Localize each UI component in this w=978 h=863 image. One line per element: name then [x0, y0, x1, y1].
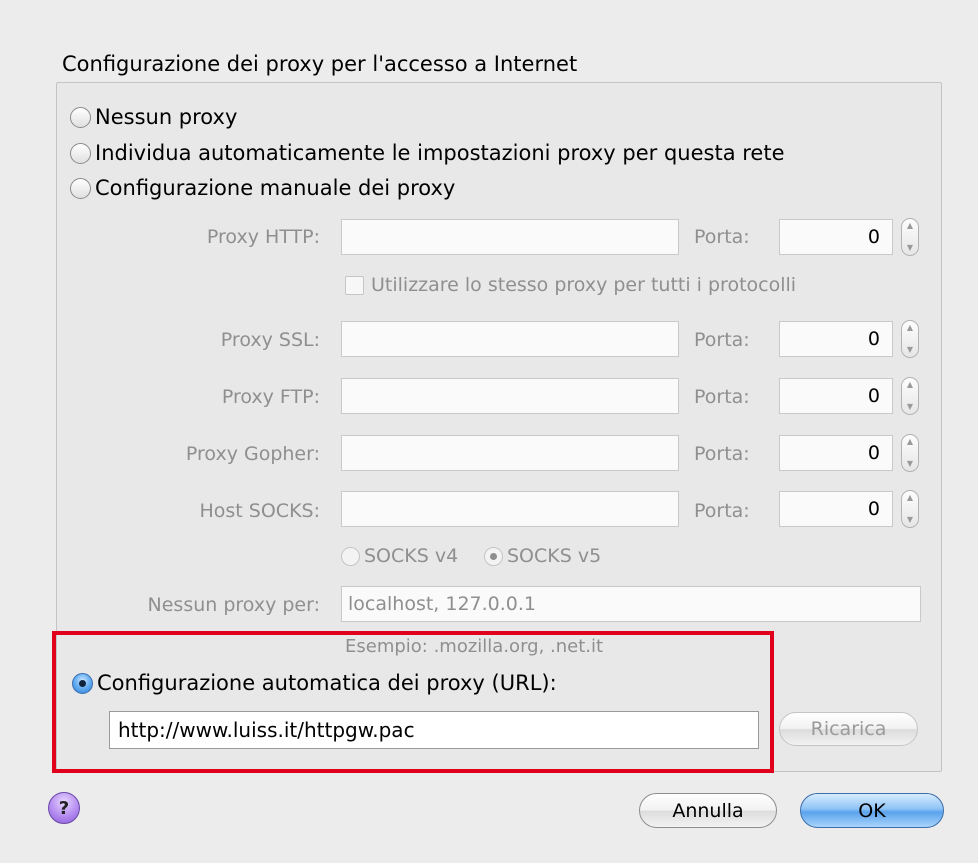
- radio-no-proxy-label: Nessun proxy: [95, 105, 238, 129]
- proxy-ssl-port-label: Porta:: [694, 329, 750, 351]
- socks-port-input[interactable]: 0: [779, 491, 893, 527]
- radio-circle-icon[interactable]: [341, 546, 360, 566]
- radio-auto-detect-label: Individua automaticamente le impostazion…: [95, 141, 785, 165]
- stepper-up-icon[interactable]: ▲: [907, 324, 913, 332]
- socks-port-stepper[interactable]: ▲ ▼: [901, 490, 919, 528]
- same-proxy-checkbox-row[interactable]: Utilizzare lo stesso proxy per tutti i p…: [345, 274, 796, 296]
- socks-v5-label: SOCKS v5: [507, 545, 602, 567]
- proxy-ssl-label: Proxy SSL:: [220, 329, 320, 351]
- radio-no-proxy[interactable]: Nessun proxy: [70, 102, 237, 132]
- group-title: Configurazione dei proxy per l'accesso a…: [62, 52, 578, 76]
- no-proxy-for-label: Nessun proxy per:: [147, 594, 320, 616]
- proxy-ftp-port-label: Porta:: [694, 386, 750, 408]
- proxy-gopher-label: Proxy Gopher:: [185, 443, 320, 465]
- proxy-gopher-input[interactable]: [341, 435, 679, 471]
- radio-socks-v4[interactable]: SOCKS v4: [341, 541, 458, 571]
- stepper-down-icon[interactable]: ▼: [907, 403, 913, 411]
- socks-host-input[interactable]: [341, 491, 679, 527]
- proxy-gopher-port-label: Porta:: [694, 443, 750, 465]
- stepper-down-icon[interactable]: ▼: [907, 244, 913, 252]
- ok-button[interactable]: OK: [800, 793, 944, 828]
- proxy-http-label: Proxy HTTP:: [206, 226, 320, 248]
- same-proxy-label: Utilizzare lo stesso proxy per tutti i p…: [371, 274, 797, 296]
- radio-circle-icon[interactable]: [70, 177, 91, 199]
- proxy-ftp-port-stepper[interactable]: ▲ ▼: [901, 377, 919, 415]
- proxy-ssl-port-stepper[interactable]: ▲ ▼: [901, 320, 919, 358]
- proxy-ssl-input[interactable]: [341, 321, 679, 357]
- same-proxy-checkbox[interactable]: [345, 275, 364, 295]
- proxy-http-port-input[interactable]: 0: [779, 219, 893, 255]
- proxy-http-port-stepper[interactable]: ▲ ▼: [901, 218, 919, 256]
- radio-selected-icon[interactable]: [484, 546, 503, 566]
- proxy-ftp-label: Proxy FTP:: [221, 386, 320, 408]
- proxy-http-input[interactable]: [341, 219, 679, 255]
- stepper-down-icon[interactable]: ▼: [907, 460, 913, 468]
- stepper-up-icon[interactable]: ▲: [907, 381, 913, 389]
- question-mark-icon: ?: [58, 797, 70, 819]
- stepper-up-icon[interactable]: ▲: [907, 438, 913, 446]
- radio-manual-label: Configurazione manuale dei proxy: [95, 176, 456, 200]
- stepper-up-icon[interactable]: ▲: [907, 222, 913, 230]
- proxy-ssl-port-input[interactable]: 0: [779, 321, 893, 357]
- stepper-down-icon[interactable]: ▼: [907, 346, 913, 354]
- proxy-http-port-label: Porta:: [694, 226, 750, 248]
- stepper-down-icon[interactable]: ▼: [907, 516, 913, 524]
- no-proxy-for-input[interactable]: localhost, 127.0.0.1: [341, 586, 921, 622]
- proxy-gopher-port-stepper[interactable]: ▲ ▼: [901, 434, 919, 472]
- radio-circle-icon[interactable]: [70, 142, 91, 164]
- radio-socks-v5[interactable]: SOCKS v5: [484, 541, 601, 571]
- reload-button[interactable]: Ricarica: [779, 712, 918, 746]
- highlight-annotation-box: [52, 631, 774, 773]
- cancel-button[interactable]: Annulla: [639, 793, 777, 828]
- help-button[interactable]: ?: [48, 792, 80, 824]
- radio-circle-icon[interactable]: [70, 106, 91, 128]
- proxy-ftp-input[interactable]: [341, 378, 679, 414]
- stepper-up-icon[interactable]: ▲: [907, 494, 913, 502]
- radio-auto-detect[interactable]: Individua automaticamente le impostazion…: [70, 138, 784, 168]
- radio-manual[interactable]: Configurazione manuale dei proxy: [70, 173, 455, 203]
- socks-port-label: Porta:: [694, 500, 750, 522]
- proxy-gopher-port-input[interactable]: 0: [779, 435, 893, 471]
- proxy-ftp-port-input[interactable]: 0: [779, 378, 893, 414]
- socks-host-label: Host SOCKS:: [199, 500, 320, 522]
- socks-v4-label: SOCKS v4: [364, 545, 459, 567]
